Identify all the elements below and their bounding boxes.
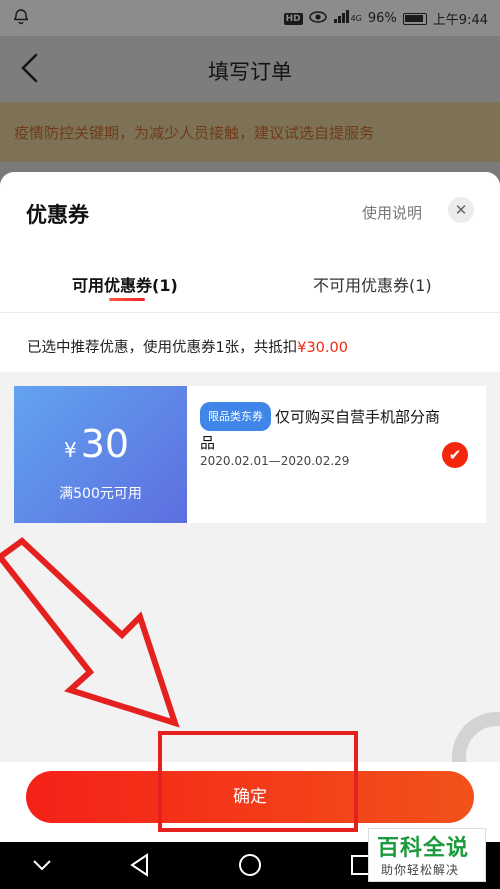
tab-unavailable-coupons[interactable]: 不可用优惠券(1) xyxy=(313,272,432,296)
sheet-title: 优惠券 xyxy=(26,203,89,227)
signal-icon xyxy=(333,10,351,27)
summary-text: 已选中推荐优惠，使用优惠券1张，共抵扣 xyxy=(27,340,298,356)
status-bar: HD 4G 96% 上午9:44 xyxy=(0,0,500,36)
page-header: 填写订单 xyxy=(0,36,500,102)
close-icon: ✕ xyxy=(454,201,468,219)
close-button[interactable]: ✕ xyxy=(448,197,474,223)
usage-instructions-link[interactable]: 使用说明 xyxy=(362,202,422,223)
tab-available-coupons[interactable]: 可用优惠券(1) xyxy=(72,272,178,296)
coupon-currency: ¥ xyxy=(64,438,77,462)
eye-icon xyxy=(308,10,327,27)
annotation-highlight-box xyxy=(158,731,358,832)
coupon-value: 30 xyxy=(80,422,130,466)
nav-back-button[interactable] xyxy=(125,850,155,880)
checkmark-icon: ✔ xyxy=(448,446,462,464)
notice-banner: 疫情防控关键期，为减少人员接触，建议试选自提服务 xyxy=(0,102,500,162)
battery-icon xyxy=(402,12,427,25)
watermark-subtitle: 助你轻松解决 xyxy=(381,863,460,877)
coupon-threshold: 满500元可用 xyxy=(59,486,142,502)
coupon-tag: 限品类东券 xyxy=(200,402,271,431)
notification-icon xyxy=(12,9,30,29)
watermark-title: 百科全说 xyxy=(377,836,470,861)
nav-home-button[interactable] xyxy=(235,850,265,880)
page-title: 填写订单 xyxy=(208,60,292,84)
clock: 上午9:44 xyxy=(432,13,488,28)
triangle-back-icon xyxy=(130,853,148,877)
coupon-selected-checkbox[interactable]: ✔ xyxy=(442,442,468,468)
divider xyxy=(0,312,500,313)
battery-percent: 96% xyxy=(367,11,397,26)
circle-home-icon xyxy=(239,854,261,876)
coupon-date-range: 2020.02.01—2020.02.29 xyxy=(200,454,350,468)
coupon-card[interactable]: ¥ 30 满500元可用 限品类东券 仅可购买自营手机部分商品 2020.02.0… xyxy=(11,386,486,523)
collapse-button[interactable] xyxy=(27,850,57,880)
hd-badge: HD xyxy=(283,12,303,25)
chevron-down-icon xyxy=(33,860,51,871)
active-tab-indicator xyxy=(109,298,145,301)
coupon-tabs: 可用优惠券(1) 不可用优惠券(1) xyxy=(0,262,500,312)
network-label: 4G xyxy=(350,14,362,23)
discount-summary: 已选中推荐优惠，使用优惠券1张，共抵扣¥30.00 xyxy=(27,336,348,357)
coupon-value-panel: ¥ 30 满500元可用 xyxy=(11,386,187,523)
annotation-arrow-icon xyxy=(0,537,180,728)
summary-amount: ¥30.00 xyxy=(297,340,348,356)
coupon-info: 限品类东券 仅可购买自营手机部分商品 2020.02.01—2020.02.29 … xyxy=(200,386,486,523)
watermark-logo: 百科全说 助你轻松解决 xyxy=(368,828,486,882)
coupon-description-block: 限品类东券 仅可购买自营手机部分商品 xyxy=(200,402,450,456)
notice-text: 疫情防控关键期，为减少人员接触，建议试选自提服务 xyxy=(14,124,375,142)
